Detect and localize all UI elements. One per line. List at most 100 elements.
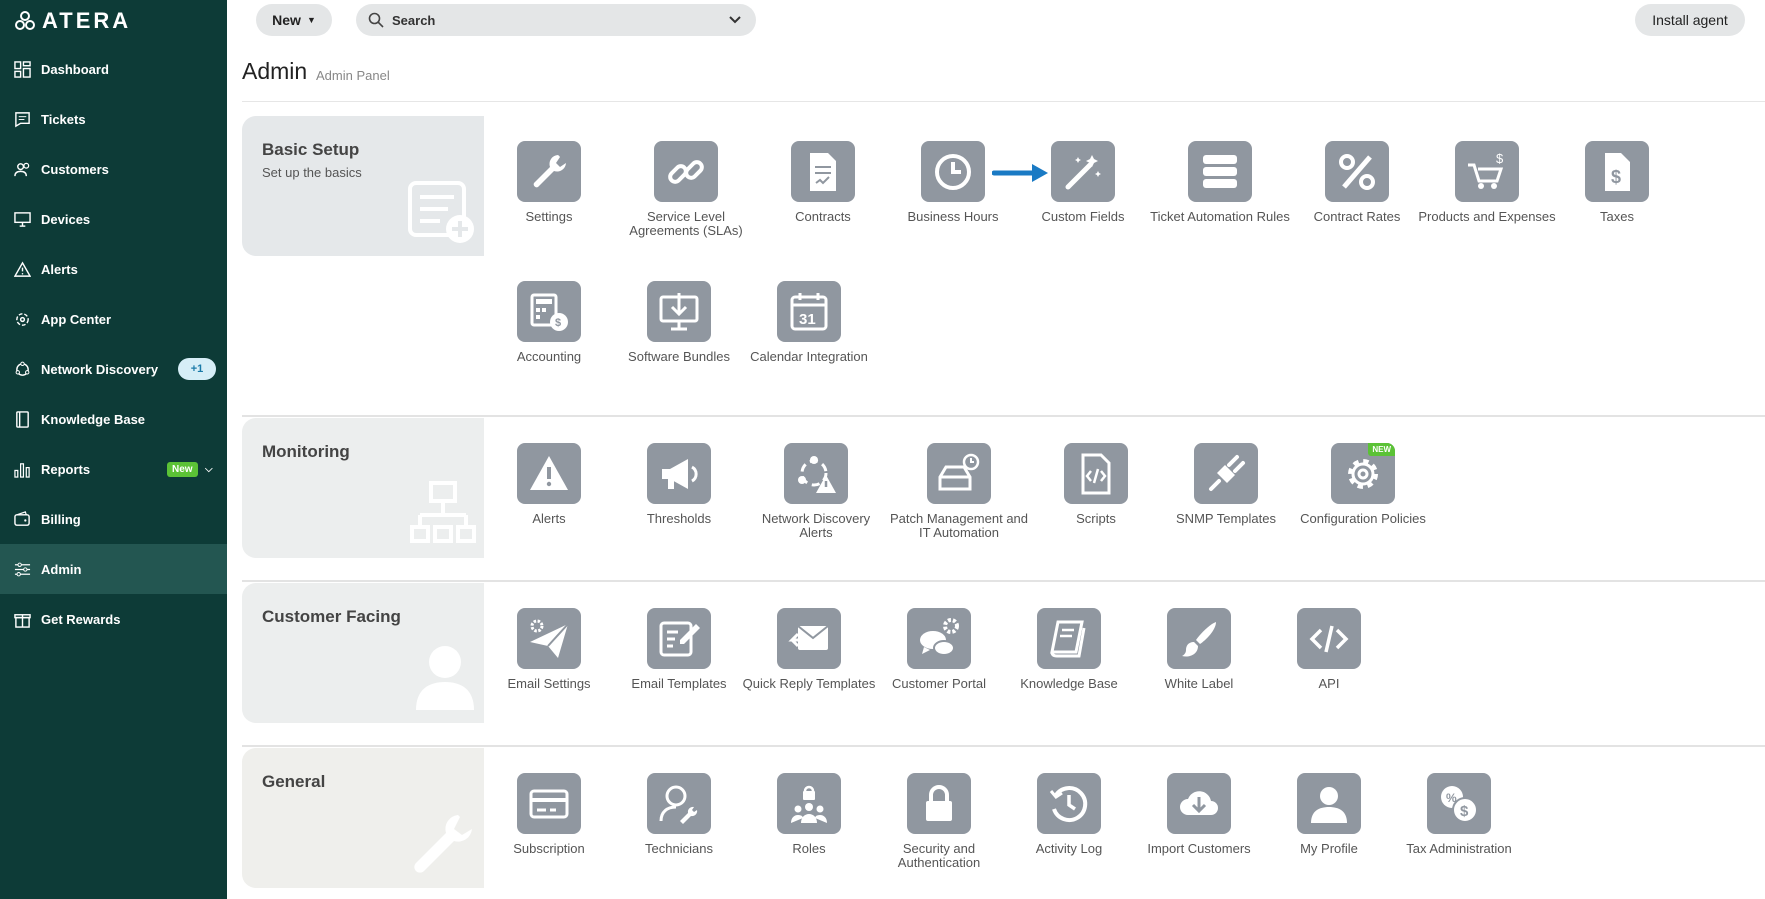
section-monitoring: Monitoring: [242, 418, 484, 558]
svg-text:$: $: [555, 317, 561, 329]
calendar-icon: 31: [777, 281, 841, 342]
sidebar-item-devices[interactable]: Devices: [0, 194, 227, 244]
tile-configuration-policies[interactable]: NEW Configuration Policies: [1293, 443, 1433, 526]
tile-security-and-authentication[interactable]: Security and Authentication: [869, 773, 1009, 870]
tile-settings[interactable]: Settings: [479, 141, 619, 224]
credit-card-icon: [517, 773, 581, 834]
billing-icon: [13, 510, 31, 528]
tile-contract-rates[interactable]: Contract Rates: [1287, 141, 1427, 224]
tile-label: Email Settings: [507, 676, 591, 691]
sidebar-item-network-discovery[interactable]: Network Discovery +1: [0, 344, 227, 394]
tile-scripts[interactable]: Scripts: [1026, 443, 1166, 526]
tile-label: Network Discovery Alerts: [761, 511, 871, 540]
tile-label: Knowledge Base: [1020, 676, 1118, 691]
tile-label: Technicians: [645, 841, 713, 856]
tile-alerts[interactable]: Alerts: [479, 443, 619, 526]
svg-text:$: $: [1496, 151, 1504, 166]
sidebar-item-billing[interactable]: Billing: [0, 494, 227, 544]
section-title: Customer Facing: [262, 607, 401, 626]
reports-new-badge: New: [167, 461, 198, 477]
page-subtitle: Admin Panel: [316, 68, 390, 83]
book-icon: [13, 410, 31, 428]
install-agent-button[interactable]: Install agent: [1635, 4, 1745, 36]
search-placeholder: Search: [392, 12, 436, 28]
tile-patch-management[interactable]: Patch Management and IT Automation: [889, 443, 1029, 540]
person-icon: [414, 644, 476, 717]
tile-email-settings[interactable]: Email Settings: [479, 608, 619, 691]
sidebar-item-get-rewards[interactable]: Get Rewards: [0, 594, 227, 644]
tile-label: Taxes: [1600, 209, 1634, 224]
tile-label: Security and Authentication: [897, 841, 981, 870]
tile-label: Settings: [525, 209, 573, 224]
tile-label: Calendar Integration: [750, 349, 868, 364]
tile-accounting[interactable]: $ Accounting: [479, 281, 619, 364]
tile-label: Contract Rates: [1313, 209, 1401, 224]
divider: [242, 745, 1765, 747]
tile-label: Custom Fields: [1041, 209, 1125, 224]
tile-label: Ticket Automation Rules: [1150, 209, 1290, 224]
history-icon: [1037, 773, 1101, 834]
tile-api[interactable]: API: [1259, 608, 1399, 691]
tile-software-bundles[interactable]: Software Bundles: [609, 281, 749, 364]
sidebar-item-reports[interactable]: Reports New ⌵: [0, 444, 227, 494]
tile-knowledge-base[interactable]: Knowledge Base: [999, 608, 1139, 691]
tile-slas[interactable]: Service Level Agreements (SLAs): [616, 141, 756, 238]
tile-my-profile[interactable]: My Profile: [1259, 773, 1399, 856]
new-button[interactable]: New ▼: [256, 4, 332, 36]
tile-taxes[interactable]: $ Taxes: [1547, 141, 1687, 224]
devices-icon: [13, 210, 31, 228]
svg-text:$: $: [1460, 803, 1469, 820]
sidebar: ATERA Dashboard Tickets Customers Device…: [0, 0, 227, 899]
sidebar-item-app-center[interactable]: App Center: [0, 294, 227, 344]
tile-label: Accounting: [516, 349, 582, 364]
topbar: New ▼ Search Install agent: [227, 0, 1765, 40]
tile-technicians[interactable]: Technicians: [609, 773, 749, 856]
tile-customer-portal[interactable]: Customer Portal: [869, 608, 1009, 691]
sidebar-item-alerts[interactable]: Alerts: [0, 244, 227, 294]
chevron-down-icon[interactable]: ⌵: [205, 464, 213, 475]
tile-thresholds[interactable]: Thresholds: [609, 443, 749, 526]
arrow-right-icon: [992, 164, 1048, 182]
tile-label: Activity Log: [1035, 841, 1103, 856]
tile-roles[interactable]: Roles: [739, 773, 879, 856]
tile-activity-log[interactable]: Activity Log: [999, 773, 1139, 856]
sidebar-item-knowledge-base[interactable]: Knowledge Base: [0, 394, 227, 444]
tile-label: Customer Portal: [892, 676, 986, 691]
tile-ticket-automation-rules[interactable]: Ticket Automation Rules: [1150, 141, 1290, 224]
network-discovery-icon: [13, 360, 31, 378]
tile-import-customers[interactable]: Import Customers: [1129, 773, 1269, 856]
tile-tax-administration[interactable]: % $ Tax Administration: [1389, 773, 1529, 856]
tile-calendar-integration[interactable]: 31 Calendar Integration: [739, 281, 879, 364]
sidebar-item-label: Reports: [41, 461, 91, 477]
new-tag: NEW: [1368, 443, 1395, 456]
sidebar-item-customers[interactable]: Customers: [0, 144, 227, 194]
tile-snmp-templates[interactable]: SNMP Templates: [1156, 443, 1296, 526]
tile-subscription[interactable]: Subscription: [479, 773, 619, 856]
new-button-label: New: [272, 12, 301, 28]
tile-label: Import Customers: [1147, 841, 1251, 856]
paint-brush-icon: [1167, 608, 1231, 669]
search-input[interactable]: Search: [356, 4, 756, 36]
tile-products-and-expenses[interactable]: $ Products and Expenses: [1417, 141, 1557, 224]
sidebar-item-dashboard[interactable]: Dashboard: [0, 44, 227, 94]
chevron-down-icon: ▼: [306, 15, 316, 25]
list-add-icon: [408, 181, 476, 250]
sidebar-item-label: Devices: [41, 211, 91, 227]
svg-text:$: $: [1611, 167, 1621, 187]
network-discovery-badge: +1: [178, 358, 216, 380]
tile-email-templates[interactable]: Email Templates: [609, 608, 749, 691]
atera-logo[interactable]: ATERA: [14, 8, 131, 33]
edit-template-icon: [647, 608, 711, 669]
tile-contracts[interactable]: Contracts: [753, 141, 893, 224]
book-icon: [1037, 608, 1101, 669]
sidebar-item-tickets[interactable]: Tickets: [0, 94, 227, 144]
reply-envelope-icon: [777, 608, 841, 669]
link-icon: [654, 141, 718, 202]
gift-icon: [13, 610, 31, 628]
sidebar-item-admin[interactable]: Admin: [0, 544, 227, 594]
section-basic-setup: Basic Setup Set up the basics: [242, 116, 484, 256]
tile-white-label[interactable]: White Label: [1129, 608, 1269, 691]
tile-network-discovery-alerts[interactable]: Network Discovery Alerts: [746, 443, 886, 540]
chevron-down-icon[interactable]: [728, 13, 742, 30]
tile-quick-reply-templates[interactable]: Quick Reply Templates: [739, 608, 879, 691]
